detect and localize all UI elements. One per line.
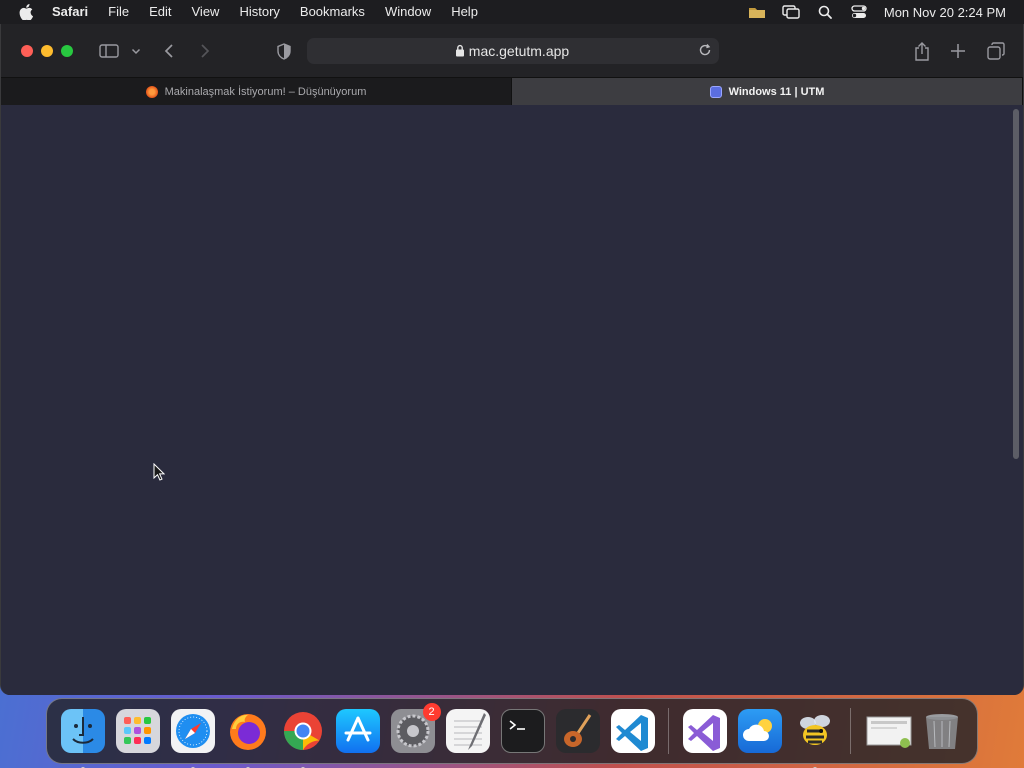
tab-title: Makinalaşmak İstiyorum! – Düşünüyorum: [164, 85, 367, 98]
favicon-icon: [145, 85, 158, 98]
menu-edit[interactable]: Edit: [139, 0, 181, 24]
menu-history[interactable]: History: [229, 0, 289, 24]
menu-app-name[interactable]: Safari: [46, 0, 98, 24]
lock-icon: [455, 44, 465, 60]
chevron-down-icon[interactable]: [129, 38, 143, 64]
privacy-shield-icon[interactable]: [273, 38, 295, 64]
menu-file[interactable]: File: [98, 0, 139, 24]
reload-icon[interactable]: [697, 42, 713, 61]
screen-mirroring-icon[interactable]: [774, 0, 808, 24]
trash-icon[interactable]: [920, 709, 964, 753]
safari-icon[interactable]: [170, 709, 215, 768]
menu-clock[interactable]: Mon Nov 20 2:24 PM: [876, 5, 1024, 20]
menu-window[interactable]: Window: [375, 0, 441, 24]
window-close-button[interactable]: [21, 45, 33, 57]
tab-title: Windows 11 | UTM: [728, 85, 825, 98]
share-icon[interactable]: [911, 38, 933, 64]
notification-badge: 2: [422, 703, 441, 721]
launchpad-icon[interactable]: [115, 709, 160, 753]
tab-overview-icon[interactable]: [985, 38, 1007, 64]
forward-icon[interactable]: [195, 38, 215, 64]
page-content[interactable]: [1, 105, 1023, 695]
visual-studio-icon[interactable]: [682, 709, 727, 753]
spotlight-search-icon[interactable]: [808, 0, 842, 24]
window-zoom-button[interactable]: [61, 45, 73, 57]
scrollbar-thumb[interactable]: [1013, 109, 1019, 459]
back-icon[interactable]: [159, 38, 179, 64]
apple-menu-icon[interactable]: [16, 2, 36, 22]
url-text: mac.getutm.app: [468, 43, 570, 59]
tab-bar: Makinalaşmak İstiyorum! – Düşünüyorum Wi…: [1, 78, 1023, 105]
tab-windows-11-utm[interactable]: Windows 11 | UTM: [512, 78, 1023, 105]
garageband-icon[interactable]: [555, 709, 600, 753]
dock-divider: [668, 708, 669, 754]
sidebar-toggle-icon[interactable]: [97, 38, 121, 64]
menu-help[interactable]: Help: [441, 0, 488, 24]
bee-icon[interactable]: [793, 709, 837, 768]
system-settings-icon[interactable]: 2: [390, 703, 441, 753]
app-store-icon[interactable]: [335, 709, 380, 753]
safari-window: mac.getutm.app Makinalaşmak İstiyorum! –…: [0, 24, 1024, 695]
window-minimize-button[interactable]: [41, 45, 53, 57]
recent-document-icon[interactable]: [865, 709, 911, 753]
control-center-icon[interactable]: [842, 0, 876, 24]
firefox-icon[interactable]: [226, 709, 270, 768]
menu-view[interactable]: View: [182, 0, 230, 24]
menu-bar: Safari File Edit View History Bookmarks …: [0, 0, 1024, 24]
terminal-icon[interactable]: [500, 709, 545, 753]
vscode-icon[interactable]: [610, 709, 655, 753]
folder-icon[interactable]: [740, 0, 774, 24]
new-tab-icon[interactable]: [947, 38, 969, 64]
weather-icon[interactable]: [737, 709, 782, 753]
utm-favicon-icon: [709, 85, 722, 98]
menu-bookmarks[interactable]: Bookmarks: [290, 0, 375, 24]
textedit-icon[interactable]: [445, 709, 490, 753]
mouse-pointer-icon: [153, 462, 166, 486]
chrome-icon[interactable]: [281, 709, 325, 768]
finder-icon[interactable]: [60, 709, 105, 768]
tab-makinalasmak[interactable]: Makinalaşmak İstiyorum! – Düşünüyorum: [1, 78, 512, 105]
browser-toolbar: mac.getutm.app: [1, 24, 1023, 78]
dock-divider: [850, 708, 851, 754]
address-bar[interactable]: mac.getutm.app: [307, 38, 719, 64]
dock: 2: [46, 698, 978, 768]
